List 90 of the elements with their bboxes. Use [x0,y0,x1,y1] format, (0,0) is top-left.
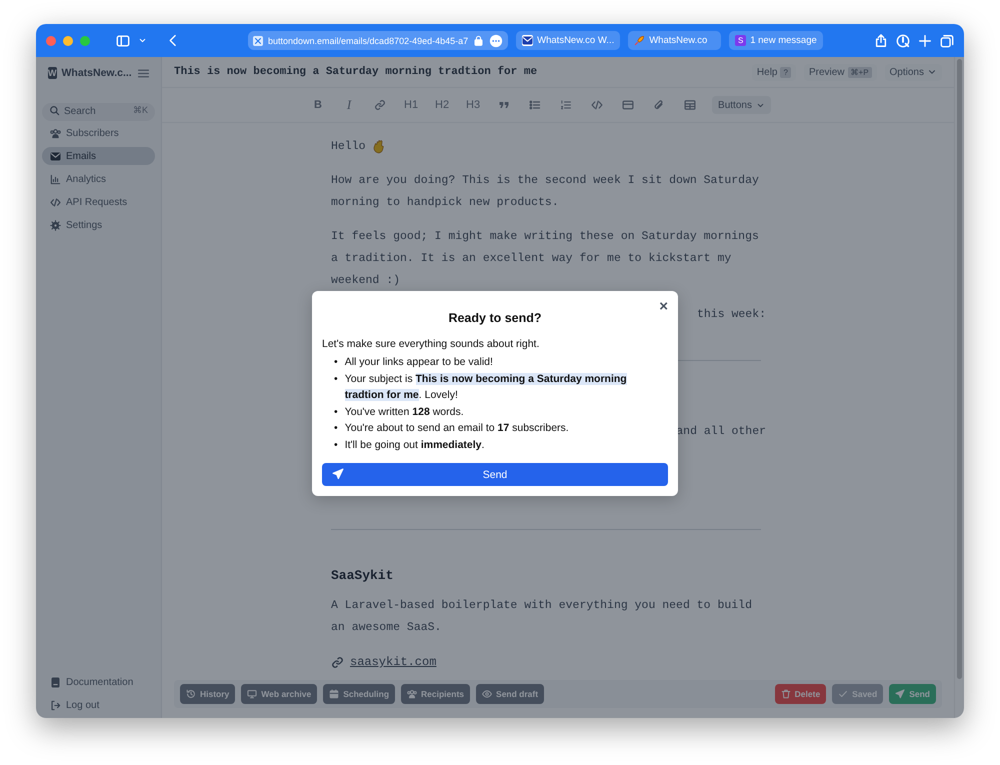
sidebar-toggle-icon [116,34,130,48]
history-icon [186,689,196,699]
code-icon [50,196,61,208]
mail-icon [522,35,534,46]
plane-icon [895,689,906,699]
lock-icon [473,35,484,46]
bullet: • [334,355,338,370]
check-item: All your links appear to be valid! [344,355,493,370]
editor-link[interactable]: saasykit.com [350,651,436,673]
editor-paragraph: A Laravel-based boilerplate with everything you need to build an awesome SaaS. [331,598,753,636]
dialog-title: Ready to send? [447,311,543,325]
image-icon [622,99,634,111]
workspace-logo: W [48,67,56,79]
format-button[interactable]: H1 [398,94,424,116]
table-icon [684,99,696,111]
new-tab-icon [918,34,932,48]
scrollbar[interactable] [954,57,964,718]
bullet: • [334,438,338,452]
sidebar-item[interactable]: Subscribers [42,124,155,142]
tab-overview-icon [940,34,954,48]
share-icon [874,34,888,48]
users-icon [407,689,418,699]
toolbar-button[interactable]: Send draft [476,684,544,704]
tab-favicon: S [735,35,746,46]
browser-tab[interactable]: WhatsNew.co W... [516,31,620,50]
sidebar-item[interactable]: Emails [42,147,155,165]
ol-icon [560,99,572,111]
sidebar-item[interactable]: Settings [42,216,155,234]
action-button[interactable]: Delete [774,684,826,704]
address-bar[interactable]: buttondown.email/emails/dcad8702-49ed-4b45-a7 [248,31,508,50]
check-item: You're about to send an email to 17 subscribers. [344,421,569,436]
paper-plane-icon [332,468,344,480]
menu-icon [136,66,150,80]
monitor-icon [247,689,258,699]
bullet: • [334,404,338,420]
zoom-window-button[interactable] [80,36,90,46]
trash-icon [780,689,791,699]
browser-tab[interactable]: WhatsNew.co [628,31,722,50]
format-button[interactable]: I [336,94,362,116]
send-button[interactable]: Send [322,463,668,486]
editor-heading: SaaSykit [331,567,394,585]
toolbar-button[interactable]: Web archive [241,684,318,704]
action-button[interactable]: Send [889,684,936,704]
quote-icon [498,99,510,111]
chart-icon [50,174,61,184]
email-subject[interactable]: This is now becoming a Saturday morning tradtion for me [174,66,538,78]
minimize-window-button[interactable] [63,36,73,46]
close-button[interactable]: × [659,299,668,314]
close-window-button[interactable] [46,36,56,46]
toolbar-button[interactable]: History [180,684,236,704]
gear-icon [50,220,61,230]
book-icon [50,676,61,688]
check-item: Your subject is This is now becoming a Saturday morning tradtion for me. Lovely! [344,372,628,403]
format-button[interactable]: B [305,94,332,116]
check-item: It'll be going out immediately. [344,438,484,452]
logout-icon [50,700,61,710]
toolbar-button[interactable]: Scheduling [323,684,396,704]
check-icon [838,689,848,699]
editor-paragraph: It feels good; I might make writing these on Saturday mornings a tradition. It is an excellent way for me to kickstart my weekend :) [331,229,760,289]
sidebar-item[interactable]: Log out [42,696,155,714]
chevron-down-icon [138,36,147,45]
eye-icon [482,689,492,699]
check-item: You've written 128 words. [344,404,464,420]
format-button[interactable]: H3 [460,94,486,116]
bullet: • [334,421,338,436]
link-icon [331,656,344,668]
close-tab-icon [253,36,263,46]
code-icon [591,99,604,111]
buttons-dropdown[interactable]: Buttons [712,96,771,114]
editor-paragraph: How are you doing? This is the second week I sit down Saturday morning to handpick new products. [331,173,760,211]
sidebar-item[interactable]: Documentation [42,673,155,691]
sidebar-item[interactable]: API Requests [42,193,155,211]
editor-text: this week: [696,308,766,321]
dialog-text: Let's make sure everything sounds about right. [322,338,540,350]
link-icon [374,99,386,111]
ul-icon [529,99,542,111]
users-icon [50,128,61,138]
format-button[interactable]: H2 [429,94,456,116]
url-text: buttondown.email/emails/dcad8702-49ed-4b45-a7 [268,36,468,46]
calendar-icon [329,689,340,699]
bullet: • [334,372,338,386]
mail-icon [50,150,61,162]
workspace-name[interactable]: WhatsNew.c... [62,67,132,79]
editor-text: Hello [331,139,366,155]
clip-icon [653,99,666,111]
more-icon [489,34,504,48]
sidebar-item[interactable]: Analytics [42,170,155,188]
browser-tab[interactable]: S 1 new message [729,31,823,50]
toolbar-button[interactable]: Recipients [401,684,470,704]
shortcut-hint: ⌘K [132,105,148,115]
